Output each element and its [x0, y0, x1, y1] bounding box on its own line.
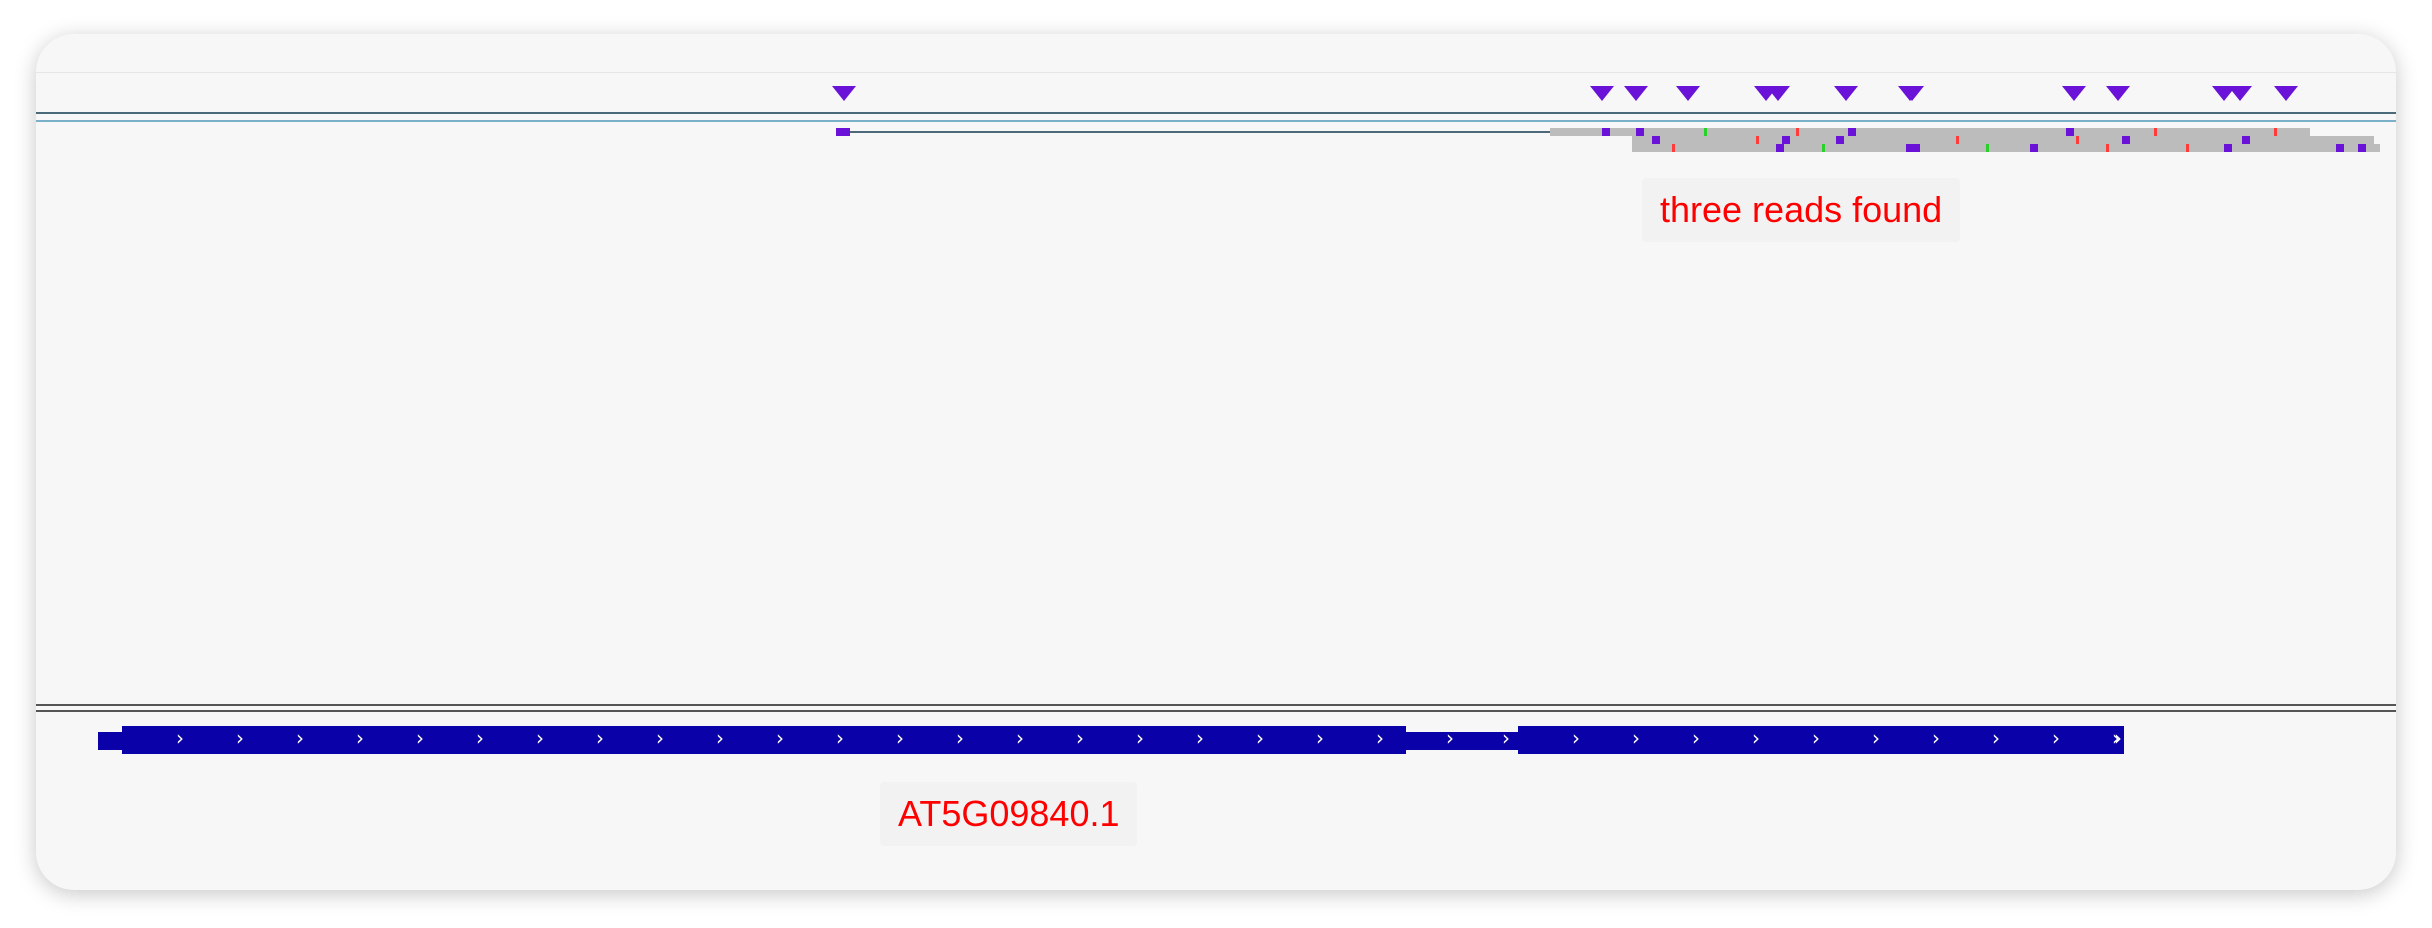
- chevron-right-icon: ›: [176, 726, 184, 750]
- gene-utr-start: [98, 732, 124, 750]
- mismatch-tick: [1836, 136, 1844, 144]
- chevron-right-icon: ›: [1136, 726, 1144, 750]
- mismatch-tick: [1652, 136, 1660, 144]
- mismatch-tick: [1822, 144, 1825, 152]
- chevron-right-icon: ›: [836, 726, 844, 750]
- insertion-marker-icon[interactable]: [1900, 86, 1924, 101]
- gene-annotation-label: AT5G09840.1: [880, 782, 1138, 846]
- insertion-marker-icon[interactable]: [2106, 86, 2130, 101]
- chevron-right-icon: ›: [1446, 726, 1454, 750]
- chevron-right-icon: ›: [1572, 726, 1580, 750]
- mismatch-tick: [1986, 144, 1989, 152]
- chevron-right-icon: ›: [356, 726, 364, 750]
- chevron-right-icon: ›: [716, 726, 724, 750]
- insertion-marker-icon[interactable]: [2062, 86, 2086, 101]
- mismatch-tick: [2274, 128, 2277, 136]
- chevron-right-icon: ›: [296, 726, 304, 750]
- gene-exon-1[interactable]: [122, 726, 1406, 754]
- insertion-marker-icon[interactable]: [1676, 86, 1700, 101]
- igv-track-panel: three reads found › › › › › › › › › › › › › › › › › › › › › ›…: [36, 34, 2396, 890]
- read-1-line: [850, 131, 1586, 133]
- mismatch-tick: [2358, 144, 2366, 152]
- reads-annotation-label: three reads found: [1642, 178, 1961, 242]
- chevron-right-icon: ›: [1502, 726, 1510, 750]
- mismatch-tick: [2242, 136, 2250, 144]
- chevron-right-icon: ›: [476, 726, 484, 750]
- chevron-right-icon: ›: [1812, 726, 1820, 750]
- chevron-right-icon: ›: [1692, 726, 1700, 750]
- chevron-right-icon: ›: [1632, 726, 1640, 750]
- chevron-right-icon: ›: [536, 726, 544, 750]
- chevron-right-icon: ›: [596, 726, 604, 750]
- mismatch-tick: [2336, 144, 2344, 152]
- chevron-right-icon: ›: [896, 726, 904, 750]
- mismatch-tick: [1602, 128, 1610, 136]
- chevron-right-icon: ›: [236, 726, 244, 750]
- chevron-right-icon: ›: [776, 726, 784, 750]
- insertion-marker-icon[interactable]: [1834, 86, 1858, 101]
- mismatch-tick: [1756, 136, 1759, 144]
- chevron-right-icon: ›: [1316, 726, 1324, 750]
- insertion-marker-icon[interactable]: [2274, 86, 2298, 101]
- insertion-marker-icon[interactable]: [1624, 86, 1648, 101]
- chevron-right-icon: ›: [1376, 726, 1384, 750]
- gene-exon-2[interactable]: [1518, 726, 2124, 754]
- read-1-block[interactable]: [836, 128, 850, 136]
- mismatch-tick: [2224, 144, 2232, 152]
- mismatch-tick: [2122, 136, 2130, 144]
- chevron-right-icon: ›: [1196, 726, 1204, 750]
- mismatch-tick: [1776, 144, 1784, 152]
- track-divider-bottom: [36, 710, 2396, 712]
- mismatch-tick: [2186, 144, 2189, 152]
- chevron-right-icon: ›: [1076, 726, 1084, 750]
- mismatch-tick: [1672, 144, 1675, 152]
- mismatch-tick: [1956, 136, 1959, 144]
- insertion-marker-icon[interactable]: [1766, 86, 1790, 101]
- chevron-right-icon: ›: [1752, 726, 1760, 750]
- read-3-alignment[interactable]: [1632, 144, 2380, 152]
- chevron-right-icon: ›: [956, 726, 964, 750]
- mismatch-tick: [1796, 128, 1799, 136]
- chevron-right-icon: ›: [1016, 726, 1024, 750]
- read-2-alignment[interactable]: [1632, 136, 2374, 144]
- header-divider: [36, 72, 2396, 73]
- mismatch-tick: [2066, 128, 2074, 136]
- mismatch-tick: [1912, 144, 1920, 152]
- insertion-marker-icon[interactable]: [2228, 86, 2252, 101]
- mismatch-tick: [2154, 128, 2157, 136]
- mismatch-tick: [1782, 136, 1790, 144]
- chevron-right-icon: ›: [416, 726, 424, 750]
- mismatch-tick: [1704, 128, 1707, 136]
- coverage-line-bottom: [36, 120, 2396, 122]
- chevron-right-icon: ›: [1256, 726, 1264, 750]
- track-divider-top: [36, 704, 2396, 706]
- chevron-right-icon: ›: [656, 726, 664, 750]
- mismatch-tick: [1636, 128, 1644, 136]
- mismatch-tick: [2076, 136, 2079, 144]
- mismatch-tick: [2030, 144, 2038, 152]
- mismatch-tick: [2106, 144, 2109, 152]
- chevron-right-icon: ›: [1872, 726, 1880, 750]
- chevron-right-icon: ›: [2114, 726, 2122, 750]
- insertion-marker-icon[interactable]: [832, 86, 856, 101]
- chevron-right-icon: ›: [1992, 726, 2000, 750]
- coverage-line-top: [36, 112, 2396, 114]
- read-1-alignment[interactable]: [1550, 128, 2310, 136]
- insertion-marker-icon[interactable]: [1590, 86, 1614, 101]
- chevron-right-icon: ›: [2052, 726, 2060, 750]
- chevron-right-icon: ›: [1932, 726, 1940, 750]
- mismatch-tick: [1848, 128, 1856, 136]
